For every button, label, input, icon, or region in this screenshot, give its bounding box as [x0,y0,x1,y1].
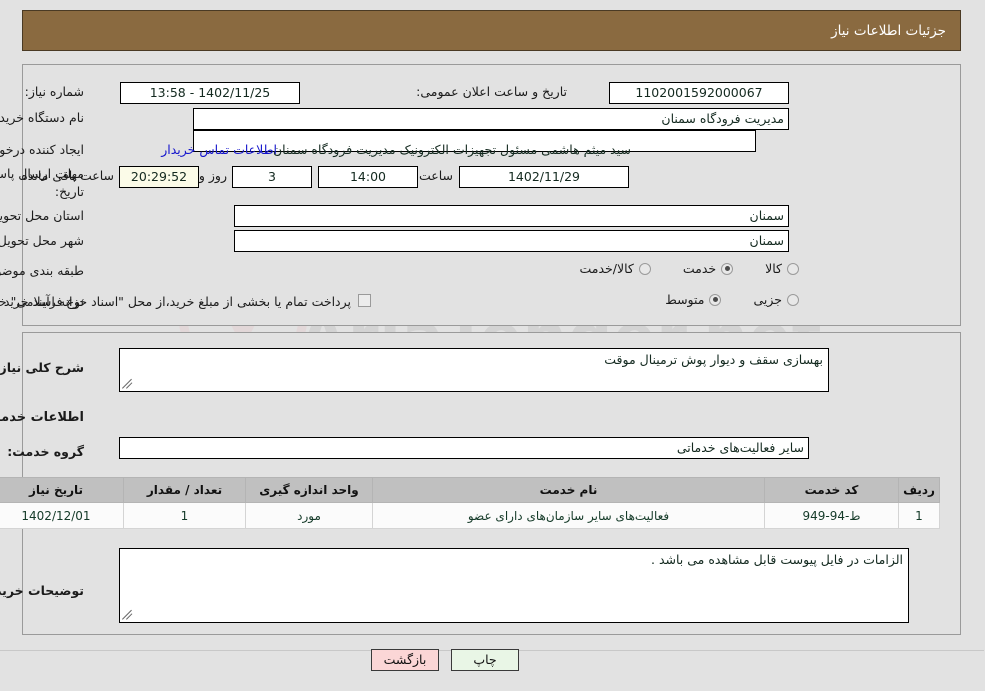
province-label: استان محل تحویل: [0,208,85,223]
resize-grip-icon[interactable] [123,378,135,390]
buyer-notes-label: توضیحات خریدار: [0,583,85,598]
creator-label: ایجاد کننده درخواست: [0,142,85,157]
services-table: ردیف کد خدمت نام خدمت واحد اندازه گیری ت… [0,477,941,529]
general-desc-value: بهسازی سقف و دیوار پوش ترمینال موقت [605,352,824,367]
remaining-days-label: روز و [199,168,228,183]
cell-service-code: ط-94-949 [765,502,900,529]
table-header-row: ردیف کد خدمت نام خدمت واحد اندازه گیری ت… [0,477,941,503]
category-option-khedmat[interactable]: خدمت [683,261,735,276]
city-value: سمنان [235,230,790,252]
general-desc-label: شرح کلی نیاز: [0,360,85,375]
category-label: طبقه بندی موضوعی: [0,263,85,278]
category-option-label: کالا/خدمت [580,261,635,276]
radio-dot-icon[interactable] [788,293,800,306]
remaining-time-label: ساعت باقی مانده [22,168,115,183]
radio-dot-icon[interactable] [710,293,723,306]
category-option-kala-khedmat[interactable]: کالا/خدمت [580,261,652,276]
table-col-row: ردیف [899,477,941,503]
back-button[interactable]: بازگشت [372,649,440,671]
general-desc-textarea[interactable]: بهسازی سقف و دیوار پوش ترمینال موقت [120,348,830,392]
process-radio-group[interactable]: جزیی متوسط [380,292,800,307]
cell-quantity: 1 [124,502,247,529]
need-number-label: شماره نیاز: [25,84,85,99]
city-label: شهر محل تحویل: [0,233,85,248]
table-col-need-date: تاریخ نیاز [0,477,125,503]
radio-dot-icon[interactable] [639,262,652,275]
buyer-contact-link[interactable]: اطلاعات تماس خریدار [162,142,278,157]
resize-grip-icon[interactable] [123,609,135,621]
service-group-value: سایر فعالیت‌های خدماتی [120,437,810,459]
radio-dot-icon[interactable] [788,262,800,275]
public-announce-value: 13:58 - 1402/11/25 [121,82,301,104]
public-announce-label: تاریخ و ساعت اعلان عمومی: [417,84,568,99]
service-group-label: گروه خدمت: [8,444,85,459]
category-radio-group[interactable]: کالا خدمت کالا/خدمت [200,261,800,276]
cell-row: 1 [899,502,941,529]
buyer-notes-textarea[interactable]: الزامات در فایل پیوست قابل مشاهده می باش… [120,548,910,623]
page-title: جزئیات اطلاعات نیاز [832,23,947,39]
process-option-label: متوسط [666,292,706,307]
radio-dot-icon[interactable] [722,262,735,275]
process-option-jozei[interactable]: جزیی [754,292,800,307]
treasury-bonds-checkbox[interactable] [359,294,372,307]
buyer-org-label: نام دستگاه خریدار: [0,110,85,125]
category-option-kala[interactable]: کالا [766,261,800,276]
buyer-notes-value: الزامات در فایل پیوست قابل مشاهده می باش… [652,552,904,567]
table-col-name: نام خدمت [373,477,766,503]
cell-unit: مورد [246,502,374,529]
deadline-hour-value: 14:00 [319,166,419,188]
cell-need-date: 1402/12/01 [0,502,125,529]
treasury-bonds-note: پرداخت تمام یا بخشی از مبلغ خرید،از محل … [0,294,352,309]
category-option-label: خدمت [683,261,718,276]
services-section-title: اطلاعات خدمات مورد نیاز [0,410,85,425]
print-button[interactable]: چاپ [452,649,520,671]
process-option-label: جزیی [754,292,783,307]
table-col-quantity: تعداد / مقدار [124,477,247,503]
buyer-org-value: مدیریت فرودگاه سمنان [194,108,790,130]
deadline-label-line2: تاریخ: [55,184,85,199]
province-value: سمنان [235,205,790,227]
table-col-code: کد خدمت [765,477,900,503]
process-option-motevaset[interactable]: متوسط [666,292,723,307]
table-col-unit: واحد اندازه گیری [246,477,374,503]
page-header: جزئیات اطلاعات نیاز [23,10,962,51]
deadline-date-value: 1402/11/29 [460,166,630,188]
remaining-time-value: 20:29:52 [120,166,200,188]
category-option-label: کالا [766,261,783,276]
remaining-days-value: 3 [233,166,313,188]
table-row: 1 ط-94-949 فعالیت‌های سایر سازمان‌های دا… [0,502,941,529]
need-number-value: 1102001592000067 [610,82,790,104]
cell-service-name: فعالیت‌های سایر سازمان‌های دارای عضو [373,502,766,529]
deadline-hour-label: ساعت [419,168,454,183]
